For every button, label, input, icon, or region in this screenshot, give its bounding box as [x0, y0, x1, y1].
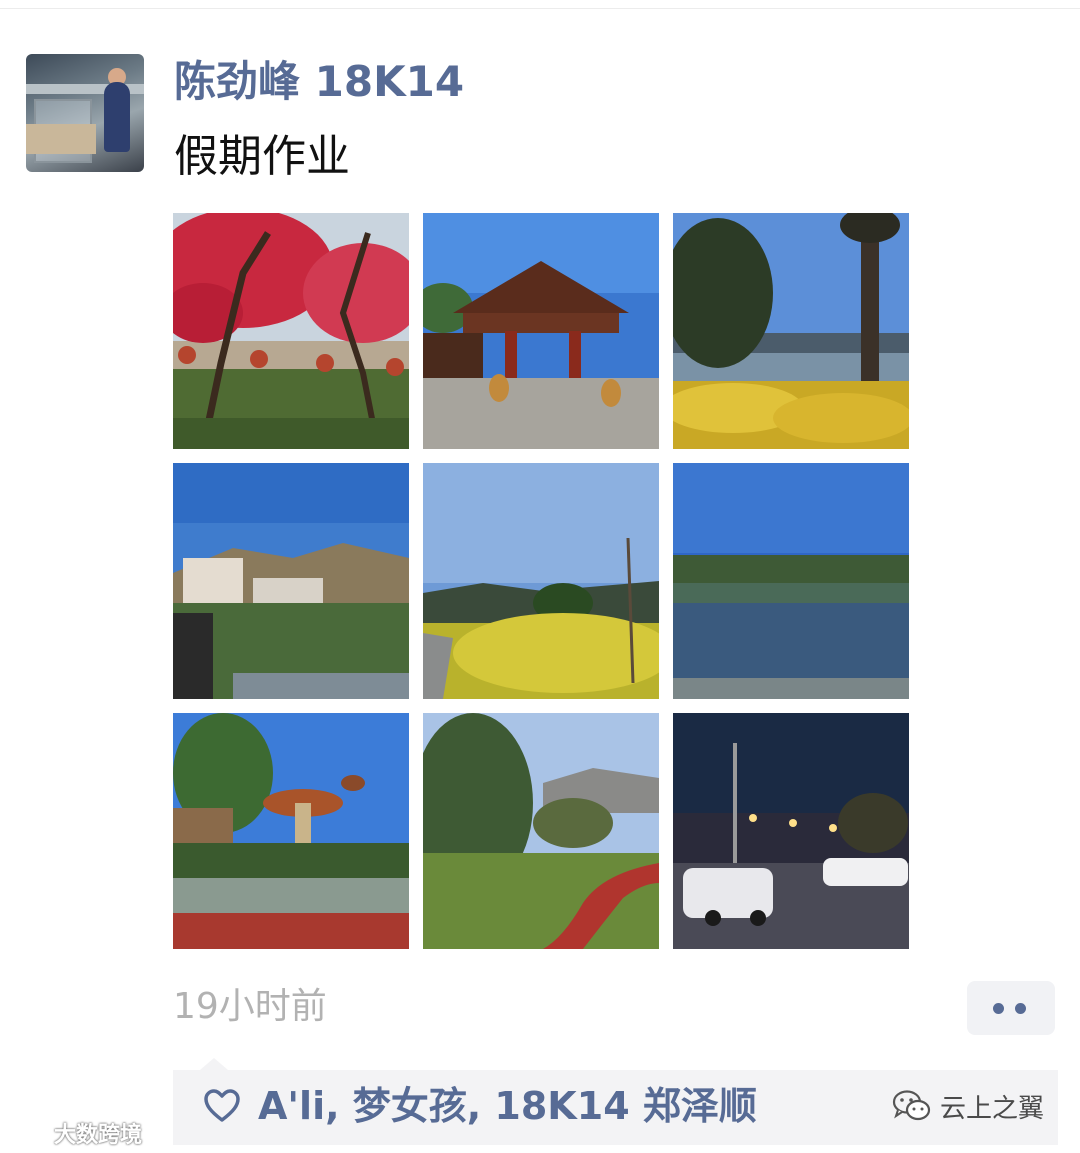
avatar[interactable]	[26, 54, 144, 172]
photo-wooden-pavilion-gate[interactable]	[423, 213, 659, 449]
wechat-logo-icon	[892, 1090, 931, 1121]
heart-outline-icon	[204, 1089, 240, 1122]
photo-rapeseed-field-road[interactable]	[423, 463, 659, 699]
post-timestamp: 19小时前	[173, 986, 327, 1027]
likes-names[interactable]: A'li, 梦女孩, 18K14 郑泽顺	[258, 1082, 757, 1130]
watermark-right: 云上之翼	[892, 1086, 1044, 1126]
likes-caret	[200, 1058, 228, 1070]
dot-icon	[993, 1003, 1004, 1014]
username-link[interactable]: 陈劲峰 18K14	[174, 56, 464, 108]
photo-calm-lake[interactable]	[673, 463, 909, 699]
photo-grid	[173, 213, 910, 950]
watermark-left-text: 大数跨境	[54, 1123, 143, 1148]
watermark-left: 大数跨境	[8, 1118, 142, 1148]
photo-garden-red-path[interactable]	[423, 713, 659, 949]
photo-lake-with-yellow-flowers[interactable]	[673, 213, 909, 449]
divider	[0, 8, 1080, 9]
photo-mushroom-sculpture-park[interactable]	[173, 713, 409, 949]
photo-night-street-cars[interactable]	[673, 713, 909, 949]
photo-town-and-mountains[interactable]	[173, 463, 409, 699]
moments-post: 陈劲峰 18K14 假期作业 19小时前 A'li, 梦女孩, 18K14 郑泽…	[0, 0, 1080, 1153]
dot-icon	[1015, 1003, 1026, 1014]
watermark-logo-icon	[10, 1122, 50, 1142]
photo-plum-blossom-trees[interactable]	[173, 213, 409, 449]
post-text: 假期作业	[174, 131, 350, 182]
watermark-right-text: 云上之翼	[940, 1093, 1045, 1124]
more-actions-button[interactable]	[967, 981, 1055, 1035]
